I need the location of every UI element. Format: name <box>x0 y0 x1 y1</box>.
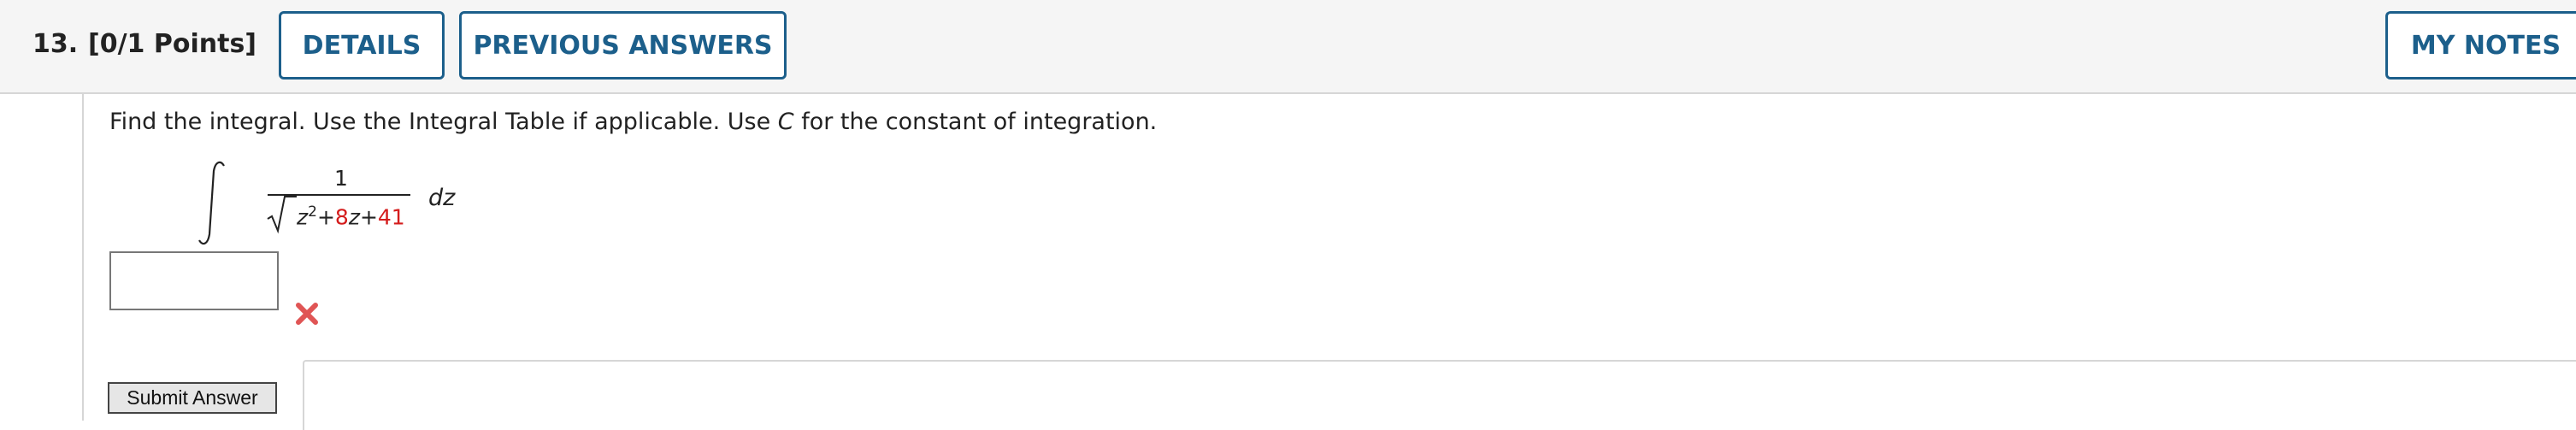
previous-answers-button[interactable]: PREVIOUS ANSWERS <box>459 11 787 80</box>
question-number: 13. <box>32 29 79 59</box>
question-prompt: Find the integral. Use the Integral Tabl… <box>109 109 1157 135</box>
answer-input[interactable] <box>109 251 279 310</box>
my-notes-button[interactable]: MY NOTES <box>2385 11 2576 80</box>
plus-sign: + <box>359 204 378 230</box>
denominator-variable: z <box>348 204 360 230</box>
prompt-text-start: Find the integral. Use the Integral Tabl… <box>109 109 778 135</box>
x-mark-icon <box>296 303 318 325</box>
fraction-denominator: z2+8z+41 <box>297 203 405 229</box>
differential: dz <box>428 185 456 211</box>
fraction-numerator: 1 <box>334 166 348 191</box>
square-root-icon <box>267 196 297 234</box>
prompt-constant-variable: C <box>777 109 794 135</box>
question-header: 13. [0/1 Points] DETAILS PREVIOUS ANSWER… <box>0 0 2576 94</box>
denominator-variable: z <box>297 204 309 230</box>
submit-answer-button[interactable]: Submit Answer <box>108 382 277 414</box>
response-panel <box>303 360 2576 430</box>
details-button[interactable]: DETAILS <box>279 11 445 80</box>
constant-term: 41 <box>377 204 405 230</box>
integral-sign-icon <box>198 161 225 245</box>
plus-sign: + <box>316 204 335 230</box>
prompt-text-end: for the constant of integration. <box>793 109 1158 135</box>
linear-coefficient: 8 <box>334 204 349 230</box>
denominator-exponent: 2 <box>308 203 317 221</box>
question-body: Find the integral. Use the Integral Tabl… <box>82 94 2576 430</box>
integral-expression: 1 z2+8z+41 dz <box>197 156 539 258</box>
question-points: [0/1 Points] <box>88 29 257 59</box>
